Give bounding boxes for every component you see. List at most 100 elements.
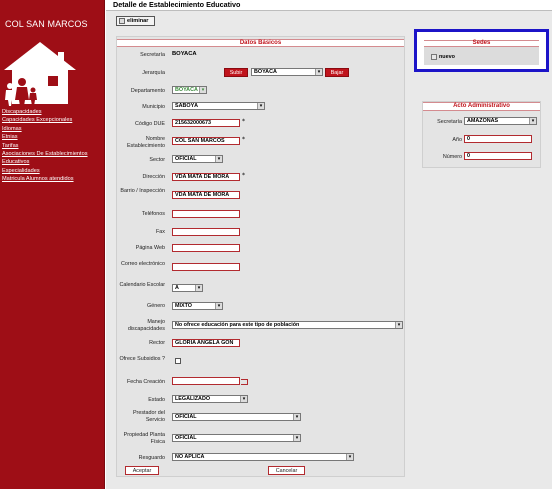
calendario-value: A xyxy=(175,285,179,291)
page-title: Detalle de Establecimiento Educativo xyxy=(113,0,241,9)
calendar-icon[interactable] xyxy=(241,379,248,385)
label-ofrece-subsidios: Ofrece Subsidios ? xyxy=(119,356,165,362)
label-barrio: Barrio / Inspección xyxy=(120,188,165,194)
chevron-down-icon: ▾ xyxy=(199,87,206,93)
sector-value: OFICIAL xyxy=(175,156,197,162)
label-fax: Fax xyxy=(156,229,165,235)
jerarquia-select[interactable]: BOYACA ▾ xyxy=(251,68,323,76)
sedes-body: nuevo xyxy=(424,47,539,65)
aceptar-button[interactable]: Aceptar xyxy=(125,466,159,475)
acto-numero-field[interactable]: 0 xyxy=(464,152,532,160)
label-propiedad: Propiedad Planta Física xyxy=(123,432,165,445)
manejo-select[interactable]: No ofrece educación para este tipo de po… xyxy=(172,321,403,329)
delete-label: eliminar xyxy=(127,18,149,24)
telefonos-field[interactable] xyxy=(172,210,240,218)
chevron-down-icon: ▾ xyxy=(346,454,353,460)
direccion-field[interactable]: VDA MATA DE MORA xyxy=(172,173,240,181)
label-prestador: Prestador del Servicio xyxy=(132,410,165,423)
municipio-select[interactable]: SABOYÁ ▾ xyxy=(172,102,265,110)
chevron-down-icon: ▾ xyxy=(257,103,264,109)
acto-secretaria-value: AMAZONAS xyxy=(467,118,499,124)
jerarquia-value: BOYACA xyxy=(254,69,277,75)
label-pagina-web: Página Web xyxy=(135,245,165,251)
required-mark: * xyxy=(242,118,245,125)
manejo-value: No ofrece educación para este tipo de po… xyxy=(175,322,300,328)
new-icon xyxy=(431,54,437,60)
label-acto-anio: Año xyxy=(452,137,462,143)
label-acto-numero: Número xyxy=(442,154,462,160)
house-family-icon xyxy=(4,42,76,106)
propiedad-select[interactable]: OFICIAL ▾ xyxy=(172,434,301,442)
codigo-due-field[interactable]: 215632000673 xyxy=(172,119,240,127)
sidebar-link-tarifas[interactable]: Tarifas xyxy=(2,142,102,150)
correo-field[interactable] xyxy=(172,263,240,271)
school-name: COL SAN MARCOS xyxy=(5,19,88,29)
nombre-field[interactable]: COL SAN MARCOS xyxy=(172,137,240,145)
chevron-down-icon: ▾ xyxy=(215,303,222,309)
acto-title: Acto Administrativo xyxy=(423,102,540,111)
label-secretaria: Secretaría xyxy=(140,52,165,58)
resguardo-value: NO APLICA xyxy=(175,454,205,460)
label-codigo-due: Código DUE xyxy=(135,121,165,127)
departamento-select[interactable]: BOYACA ▾ xyxy=(172,86,207,94)
chevron-down-icon: ▾ xyxy=(293,414,300,420)
subir-button[interactable]: Subir xyxy=(224,68,248,77)
municipio-value: SABOYÁ xyxy=(175,103,199,109)
label-genero: Género xyxy=(147,303,165,309)
datos-basicos-panel: Datos Básicos Secretaría BOYACA Jerarquí… xyxy=(116,36,405,477)
calendario-select[interactable]: A ▾ xyxy=(172,284,203,292)
prestador-value: OFICIAL xyxy=(175,414,197,420)
label-fecha-creacion: Fecha Creación xyxy=(126,379,165,385)
sidebar-link-etnias[interactable]: Etnias xyxy=(2,133,102,141)
delete-button[interactable]: eliminar xyxy=(116,16,155,26)
departamento-value: BOYACA xyxy=(175,87,198,93)
nuevo-button[interactable]: nuevo xyxy=(431,54,455,60)
label-departamento: Departamento xyxy=(130,88,165,94)
acto-administrativo-panel: Acto Administrativo Secretaría AMAZONAS ▾… xyxy=(422,101,541,168)
label-telefonos: Teléfonos xyxy=(141,211,165,217)
sector-select[interactable]: OFICIAL ▾ xyxy=(172,155,223,163)
chevron-down-icon: ▾ xyxy=(293,435,300,441)
acto-anio-field[interactable]: 0 xyxy=(464,135,532,143)
label-nombre: Nombre Establecimiento xyxy=(126,136,165,149)
estado-value: LEGALIZADO xyxy=(175,396,211,402)
label-correo: Correo electrónico xyxy=(120,261,165,267)
estado-select[interactable]: LEGALIZADO ▾ xyxy=(172,395,248,403)
pagina-web-field[interactable] xyxy=(172,244,240,252)
label-jerarquia: Jerarquía xyxy=(142,70,165,76)
genero-select[interactable]: MIXTO ▾ xyxy=(172,302,223,310)
barrio-field[interactable]: VDA MATA DE MORA xyxy=(172,191,240,199)
sidebar: COL SAN MARCOS Discapacidades Capacidade… xyxy=(0,0,105,489)
sidebar-link-matricula[interactable]: Matricula Alumnos atendidos xyxy=(2,175,102,183)
sidebar-link-capacidades[interactable]: Capacidades Excepcionales xyxy=(2,116,102,124)
label-resguardo: Resguardo xyxy=(138,455,165,461)
prestador-select[interactable]: OFICIAL ▾ xyxy=(172,413,301,421)
value-secretaria: BOYACA xyxy=(172,51,197,57)
nuevo-label: nuevo xyxy=(439,54,455,60)
fecha-creacion-field[interactable] xyxy=(172,377,240,385)
acto-secretaria-select[interactable]: AMAZONAS ▾ xyxy=(464,117,537,125)
bajar-button[interactable]: Bajar xyxy=(325,68,349,77)
propiedad-value: OFICIAL xyxy=(175,435,197,441)
sidebar-link-especialidades[interactable]: Especialidades xyxy=(2,167,102,175)
chevron-down-icon: ▾ xyxy=(395,322,402,328)
resguardo-select[interactable]: NO APLICA ▾ xyxy=(172,453,354,461)
sidebar-link-discapacidades[interactable]: Discapacidades xyxy=(2,108,102,116)
chevron-down-icon: ▾ xyxy=(240,396,247,402)
sedes-title: Sedes xyxy=(424,40,539,47)
fax-field[interactable] xyxy=(172,228,240,236)
required-mark: * xyxy=(242,136,245,143)
sidebar-link-idiomas[interactable]: Idiomas xyxy=(2,125,102,133)
delete-icon xyxy=(119,18,125,24)
chevron-down-icon: ▾ xyxy=(529,118,536,124)
label-municipio: Municipio xyxy=(142,104,165,110)
rector-field[interactable]: GLORIA ANGELA GON xyxy=(172,339,240,347)
cancelar-button[interactable]: Cancelar xyxy=(268,466,305,475)
label-acto-secretaria: Secretaría xyxy=(437,119,462,125)
sidebar-link-asociaciones[interactable]: Asociaciones De Establecimientos Educati… xyxy=(2,150,102,167)
label-estado: Estado xyxy=(148,397,165,403)
label-calendario: Calendario Escolar xyxy=(119,282,165,288)
subsidios-checkbox[interactable] xyxy=(175,358,181,364)
label-rector: Rector xyxy=(149,340,165,346)
sedes-panel: Sedes nuevo xyxy=(414,29,549,72)
